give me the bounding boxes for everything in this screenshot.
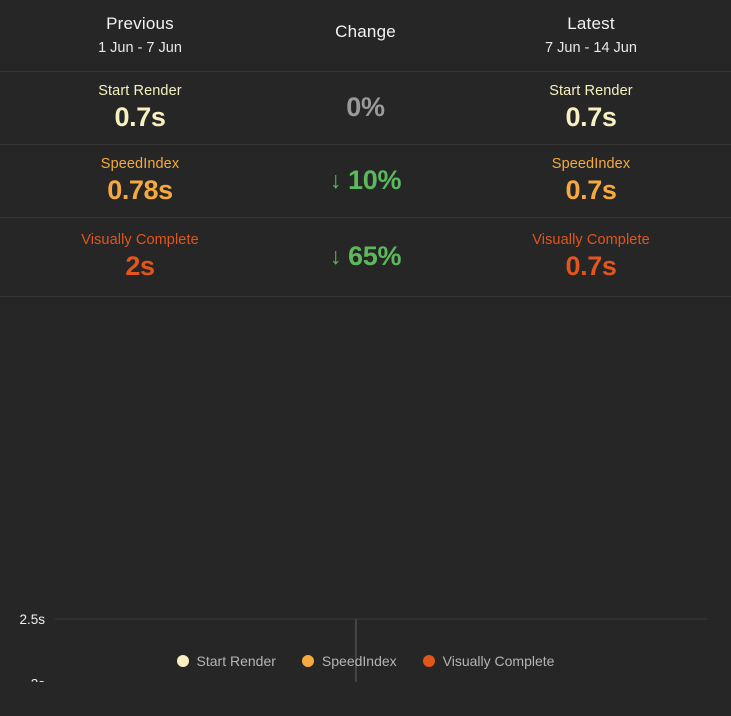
metric-value-visually-complete-previous: 2s (125, 250, 155, 281)
legend-item-speed-index[interactable]: SpeedIndex (301, 653, 397, 669)
change-speed-index: ↓ 10% (280, 165, 451, 196)
metric-row-start-render: Start Render 0.7s 0% Start Render 0.7s (0, 72, 731, 145)
metric-row-visually-complete: Visually Complete 2s ↓ 65% Visually Comp… (0, 218, 731, 297)
metric-value-speed-index-previous: 0.78s (107, 174, 173, 205)
header-cell-change: Change (280, 22, 451, 49)
legend-label-visually-complete: Visually Complete (442, 653, 555, 669)
chart-legend: Start Render SpeedIndex Visually Complet… (0, 653, 731, 669)
previous-visually-complete: Visually Complete 2s (0, 232, 280, 282)
header-cell-previous: Previous 1 Jun - 7 Jun (0, 14, 280, 57)
change-value-visually-complete: ↓ 65% (329, 241, 402, 272)
metric-value-speed-index-latest: 0.7s (565, 174, 617, 205)
performance-comparison-dashboard: Previous 1 Jun - 7 Jun Change Latest 7 J… (0, 0, 731, 716)
change-value-start-render: 0% (346, 92, 385, 123)
previous-date-range: 1 Jun - 7 Jun (98, 40, 182, 57)
latest-speed-index: SpeedIndex 0.7s (451, 156, 731, 206)
previous-start-render: Start Render 0.7s (0, 83, 280, 133)
change-arrow-down-visually-complete-icon: ↓ (329, 243, 342, 270)
chart-canvas: 0s0.5s1s1.5s2s2.5s1 Jun3 Jun5 Jun7 Jun9 … (19, 612, 707, 682)
metric-row-speed-index: SpeedIndex 0.78s ↓ 10% SpeedIndex 0.7s (0, 145, 731, 218)
latest-visually-complete: Visually Complete 0.7s (451, 232, 731, 282)
latest-title: Latest (567, 13, 615, 33)
metric-value-start-render-latest: 0.7s (565, 101, 617, 132)
change-arrow-down-speed-index-icon: ↓ (329, 167, 342, 194)
metric-label-start-render-latest: Start Render (549, 83, 633, 100)
metric-label-start-render-previous: Start Render (98, 83, 182, 100)
legend-item-start-render[interactable]: Start Render (176, 653, 276, 669)
previous-title: Previous (106, 13, 174, 33)
metric-label-speed-index-previous: SpeedIndex (100, 156, 180, 173)
legend-dot-visually-complete-icon (422, 655, 435, 667)
y-axis-tick-label: 2.5s (19, 612, 45, 627)
legend-label-start-render: Start Render (196, 653, 276, 669)
change-title: Change (335, 22, 396, 42)
latest-start-render: Start Render 0.7s (451, 83, 731, 133)
legend-dot-start-render-icon (176, 655, 189, 667)
header-cell-latest: Latest 7 Jun - 14 Jun (451, 14, 731, 57)
metric-value-start-render-previous: 0.7s (114, 101, 166, 132)
change-value-speed-index: ↓ 10% (329, 165, 402, 196)
change-percent-speed-index: 10% (348, 165, 402, 196)
comparison-table: Previous 1 Jun - 7 Jun Change Latest 7 J… (0, 0, 731, 297)
y-axis-tick-label: 2s (31, 677, 46, 682)
legend-dot-speed-index-icon (301, 655, 314, 667)
metric-label-visually-complete-previous: Visually Complete (81, 232, 199, 249)
change-percent-visually-complete: 65% (348, 241, 402, 272)
change-percent-start-render: 0% (346, 92, 385, 123)
previous-speed-index: SpeedIndex 0.78s (0, 156, 280, 206)
table-header-row: Previous 1 Jun - 7 Jun Change Latest 7 J… (0, 0, 731, 72)
change-visually-complete: ↓ 65% (280, 241, 451, 272)
legend-label-speed-index: SpeedIndex (321, 653, 397, 669)
change-start-render: 0% (280, 92, 451, 123)
performance-timeseries-chart: 0s0.5s1s1.5s2s2.5s1 Jun3 Jun5 Jun7 Jun9 … (0, 297, 731, 682)
legend-item-visually-complete[interactable]: Visually Complete (422, 653, 555, 669)
metric-label-visually-complete-latest: Visually Complete (532, 232, 650, 249)
metric-value-visually-complete-latest: 0.7s (565, 250, 617, 281)
latest-date-range: 7 Jun - 14 Jun (545, 40, 637, 57)
metric-label-speed-index-latest: SpeedIndex (551, 156, 631, 173)
